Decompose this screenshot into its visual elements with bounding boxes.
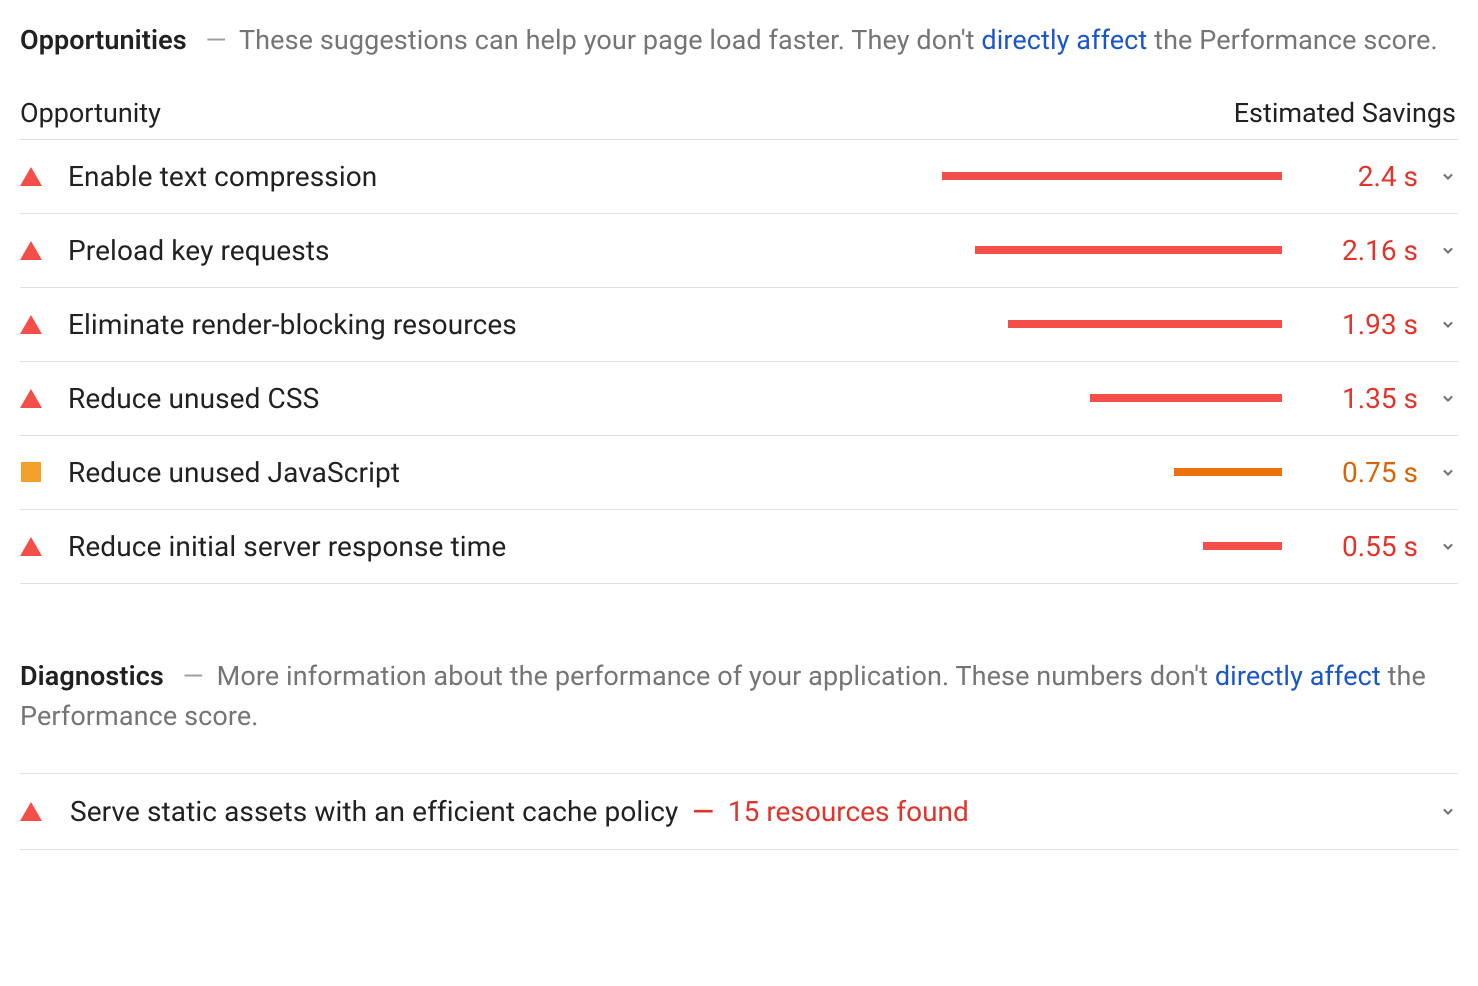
opportunity-title: Enable text compression: [68, 160, 377, 193]
opportunity-savings: 2.16 s: [1298, 234, 1418, 267]
dash-separator: —: [183, 660, 204, 692]
opportunity-savings: 1.35 s: [1298, 382, 1418, 415]
expand-toggle[interactable]: [1418, 462, 1458, 482]
diagnostics-section: Diagnostics — More information about the…: [20, 656, 1458, 850]
triangle-red-icon: [20, 389, 48, 408]
savings-bar: [1174, 468, 1282, 476]
diagnostic-title: Serve static assets with an efficient ca…: [70, 795, 678, 828]
expand-toggle[interactable]: [1418, 314, 1458, 334]
diagnostics-desc-prefix: More information about the performance o…: [217, 660, 1215, 692]
opportunity-bar-container: [517, 320, 1298, 328]
chevron-down-icon: [1438, 388, 1458, 408]
expand-toggle[interactable]: [1418, 801, 1458, 821]
opportunity-bar-container: [319, 394, 1298, 402]
triangle-red-icon: [20, 241, 48, 260]
opportunities-desc-prefix: These suggestions can help your page loa…: [239, 24, 981, 56]
diagnostic-row[interactable]: Serve static assets with an efficient ca…: [20, 773, 1458, 850]
opportunity-row[interactable]: Enable text compression 2.4 s: [20, 139, 1458, 213]
directly-affect-link[interactable]: directly affect: [981, 24, 1147, 56]
opportunity-savings: 1.93 s: [1298, 308, 1418, 341]
opportunity-title: Eliminate render-blocking resources: [68, 308, 517, 341]
opportunity-title: Reduce unused JavaScript: [68, 456, 400, 489]
savings-bar: [975, 246, 1282, 254]
opportunity-row[interactable]: Reduce unused JavaScript 0.75 s: [20, 435, 1458, 509]
opportunity-bar-container: [506, 542, 1298, 550]
savings-bar: [1008, 320, 1282, 328]
opportunity-list: Enable text compression 2.4 s Preload key …: [20, 139, 1458, 584]
chevron-down-icon: [1438, 462, 1458, 482]
savings-bar: [1090, 394, 1282, 402]
dash-separator: —: [692, 795, 714, 828]
triangle-red-icon: [20, 537, 48, 556]
chevron-down-icon: [1438, 240, 1458, 260]
expand-toggle[interactable]: [1418, 240, 1458, 260]
savings-bar: [942, 172, 1282, 180]
expand-toggle[interactable]: [1418, 166, 1458, 186]
triangle-red-icon: [20, 315, 48, 334]
opportunity-bar-container: [400, 468, 1298, 476]
column-opportunity-label: Opportunity: [20, 97, 161, 129]
opportunity-row[interactable]: Reduce initial server response time 0.55 …: [20, 509, 1458, 584]
opportunity-row[interactable]: Eliminate render-blocking resources 1.93 …: [20, 287, 1458, 361]
opportunity-title: Reduce unused CSS: [68, 382, 319, 415]
opportunities-header: Opportunities — These suggestions can he…: [20, 20, 1458, 61]
triangle-red-icon: [20, 167, 48, 186]
opportunity-bar-container: [330, 246, 1298, 254]
opportunities-desc-suffix: the Performance score.: [1147, 24, 1437, 56]
directly-affect-link[interactable]: directly affect: [1215, 660, 1381, 692]
diagnostic-extra: 15 resources found: [728, 795, 969, 828]
opportunity-bar-container: [377, 172, 1298, 180]
chevron-down-icon: [1438, 536, 1458, 556]
chevron-down-icon: [1438, 801, 1458, 821]
expand-toggle[interactable]: [1418, 388, 1458, 408]
opportunities-title: Opportunities: [20, 24, 187, 56]
dash-separator: —: [206, 24, 227, 56]
diagnostics-list: Serve static assets with an efficient ca…: [20, 773, 1458, 850]
diagnostics-header: Diagnostics — More information about the…: [20, 656, 1458, 737]
opportunity-savings: 0.55 s: [1298, 530, 1418, 563]
square-orange-icon: [20, 462, 48, 482]
column-savings-label: Estimated Savings: [1234, 97, 1456, 129]
opportunities-section: Opportunities — These suggestions can he…: [20, 20, 1458, 584]
opportunity-savings: 2.4 s: [1298, 160, 1418, 193]
opportunity-row[interactable]: Preload key requests 2.16 s: [20, 213, 1458, 287]
chevron-down-icon: [1438, 166, 1458, 186]
savings-bar: [1203, 542, 1282, 550]
diagnostics-title: Diagnostics: [20, 660, 164, 692]
opportunity-title: Preload key requests: [68, 234, 330, 267]
expand-toggle[interactable]: [1418, 536, 1458, 556]
opportunity-title: Reduce initial server response time: [68, 530, 506, 563]
chevron-down-icon: [1438, 314, 1458, 334]
opportunity-row[interactable]: Reduce unused CSS 1.35 s: [20, 361, 1458, 435]
triangle-red-icon: [20, 802, 48, 821]
opportunity-savings: 0.75 s: [1298, 456, 1418, 489]
opportunities-columns-header: Opportunity Estimated Savings: [20, 97, 1458, 129]
